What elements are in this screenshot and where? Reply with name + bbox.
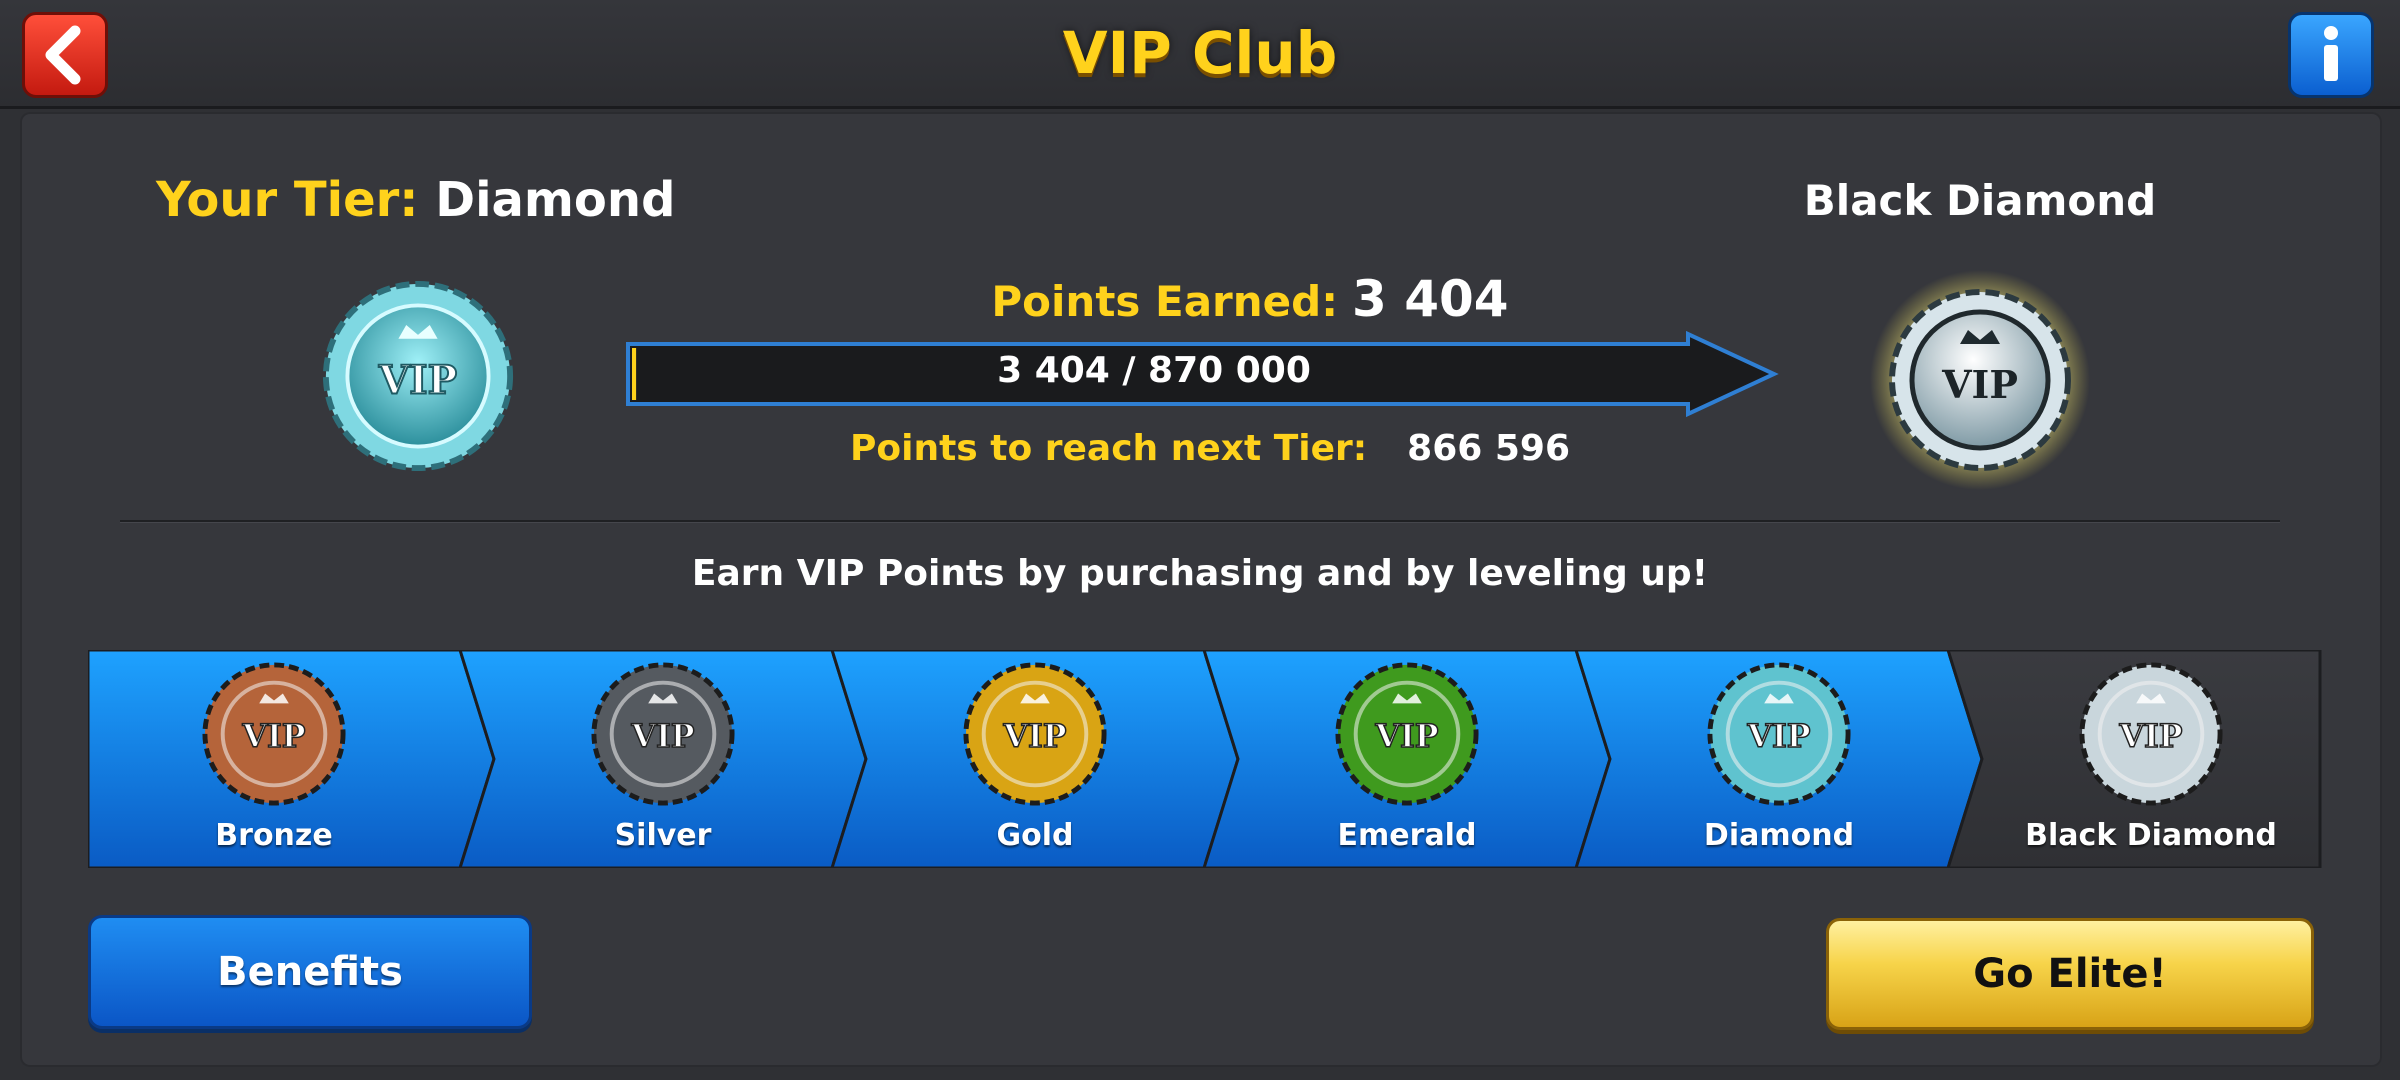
info-button[interactable] (2288, 12, 2374, 98)
svg-text:VIP: VIP (378, 358, 457, 404)
your-tier: Your Tier: Diamond (156, 172, 675, 228)
svg-text:VIP: VIP (1747, 718, 1811, 755)
svg-text:VIP: VIP (242, 718, 306, 755)
tier-label: Diamond (1703, 818, 1855, 853)
points-earned-value: 3 404 (1352, 270, 1509, 328)
points-to-next-tier: Points to reach next Tier: 866 596 (850, 428, 1570, 469)
tier-track: VIP Bronze VIP Silver VIP Gold VIP Emera… (88, 650, 2322, 868)
tier-item-bronze: VIP Bronze (88, 650, 496, 868)
tier-label: Bronze (215, 818, 333, 853)
chevron-left-icon (45, 25, 81, 85)
next-tier-badge: VIP (1870, 270, 2090, 494)
go-elite-button[interactable]: Go Elite! (1826, 918, 2314, 1030)
svg-text:VIP: VIP (2119, 718, 2183, 755)
svg-text:VIP: VIP (1941, 362, 2018, 407)
tier-item-diamond: VIP Diamond (1576, 650, 1984, 868)
tier-item-emerald: VIP Emerald (1204, 650, 1612, 868)
tier-label: Silver (614, 818, 712, 853)
back-button[interactable] (22, 12, 108, 98)
earn-message: Earn VIP Points by purchasing and by lev… (691, 553, 1709, 594)
divider (120, 520, 2280, 523)
tier-item-gold: VIP Gold (832, 650, 1240, 868)
tier-item-silver: VIP Silver (460, 650, 868, 868)
benefits-button[interactable]: Benefits (88, 915, 532, 1029)
points-to-next-value: 866 596 (1407, 428, 1570, 469)
next-tier-label: Black Diamond (1803, 176, 2157, 225)
tier-label: Gold (996, 818, 1074, 853)
your-tier-label: Your Tier: (156, 172, 419, 228)
svg-text:VIP: VIP (631, 718, 695, 755)
tier-label: Black Diamond (2025, 818, 2277, 853)
current-tier-badge: VIP (320, 278, 516, 478)
info-icon (2324, 26, 2338, 81)
points-earned-label: Points Earned: (991, 277, 1339, 326)
progress-text: 3 404 / 870 000 (997, 350, 1311, 391)
tier-item-black-diamond: VIP Black Diamond (1948, 650, 2354, 868)
points-earned: Points Earned: 3 404 (900, 270, 1600, 328)
page-title: VIP Club (1062, 19, 1338, 87)
svg-text:VIP: VIP (1375, 718, 1439, 755)
svg-text:VIP: VIP (1003, 718, 1067, 755)
points-to-next-label: Points to reach next Tier: (850, 428, 1368, 469)
your-tier-value: Diamond (435, 172, 676, 228)
tier-label: Emerald (1337, 818, 1477, 853)
